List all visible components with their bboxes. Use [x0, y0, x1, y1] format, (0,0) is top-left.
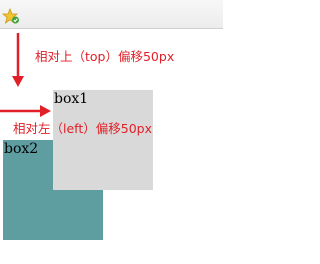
box2-label: box2 [4, 141, 39, 157]
left-offset-arrow [0, 105, 51, 117]
star-icon[interactable] [2, 8, 20, 24]
box1-label: box1 [54, 91, 89, 107]
box1: box1 [53, 90, 153, 190]
top-offset-arrow [12, 33, 24, 87]
top-offset-annotation: 相对上（top）偏移50px [35, 49, 175, 64]
browser-toolbar [0, 0, 223, 29]
left-offset-annotation: 相对左（left）偏移50px [13, 121, 152, 136]
